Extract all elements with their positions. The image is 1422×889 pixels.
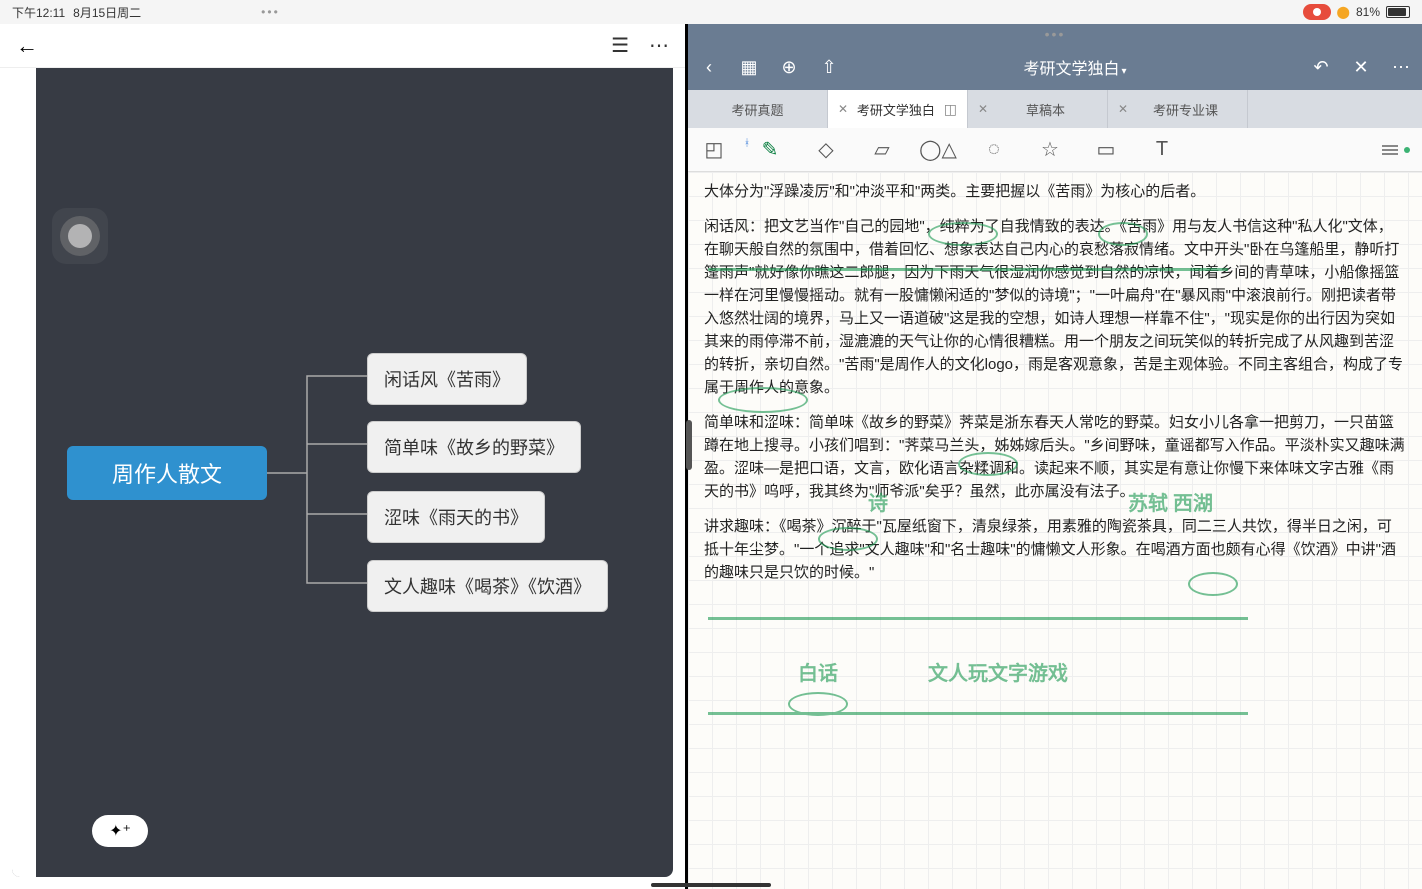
undo-icon[interactable]: ↶ (1310, 57, 1332, 78)
add-page-icon[interactable]: ⊕ (778, 57, 800, 78)
wifi-icon: ⬤ (1337, 5, 1350, 19)
mindmap-canvas[interactable]: 周作人散文 闲话风《苦雨》 简单味《故乡的野菜》 涩味《雨天的书》 文人趣味《喝… (12, 68, 673, 877)
more-icon[interactable]: ⋯ (649, 33, 669, 58)
close-icon[interactable]: ✕ (1350, 57, 1372, 78)
shape-tool-icon[interactable]: ◯△ (924, 136, 952, 164)
mindmap-child-node[interactable]: 文人趣味《喝茶》《饮酒》 (367, 560, 608, 612)
tab-bookmark-icon[interactable]: ◫ (944, 101, 957, 118)
outline-icon[interactable]: ☰ (611, 33, 629, 58)
chevron-down-icon: ▾ (1121, 66, 1126, 77)
assistive-touch[interactable] (52, 208, 108, 264)
tab-exam-questions[interactable]: 考研真题 (688, 90, 828, 128)
text-tool-icon[interactable]: T (1148, 136, 1176, 164)
pan-tool-icon[interactable]: ◰ (700, 136, 728, 164)
mindmap-root-node[interactable]: 周作人散文 (67, 446, 267, 500)
note-page[interactable]: 大体分为"浮躁凌厉"和"冲淡平和"两类。主要把握以《苦雨》为核心的后者。 闲话风… (688, 172, 1422, 889)
mindmap-header: ← ☰ ⋯ (0, 24, 685, 68)
canvas-sidebar (12, 68, 36, 877)
mindmap-child-node[interactable]: 闲话风《苦雨》 (367, 353, 527, 405)
tab-major-course[interactable]: ✕考研专业课 (1108, 90, 1248, 128)
split-view-handle[interactable] (686, 420, 692, 470)
share-icon[interactable]: ⇧ (818, 57, 840, 78)
tab-close-icon[interactable]: ✕ (1118, 102, 1128, 116)
ipad-status-bar: 下午12:11 8月15日周二 ••• ⬤ 81% (0, 0, 1422, 24)
active-color-indicator[interactable] (1404, 147, 1410, 153)
note-text-content: 大体分为"浮躁凌厉"和"冲淡平和"两类。主要把握以《苦雨》为核心的后者。 闲话风… (704, 180, 1406, 584)
style-menu-icon[interactable] (1382, 145, 1398, 155)
multitask-dots-right[interactable]: ••• (688, 24, 1422, 44)
notes-toolbar: ‹ ▦ ⊕ ⇧ 考研文学独白▾ ↶ ✕ ⋯ (688, 44, 1422, 90)
pen-tool-icon[interactable]: ᚼ✎ (756, 136, 784, 164)
nav-back-icon[interactable]: ‹ (698, 57, 720, 78)
status-date: 8月15日周二 (73, 4, 141, 21)
lasso-tool-icon[interactable]: ◌ (980, 136, 1008, 164)
mindmap-child-node[interactable]: 简单味《故乡的野菜》 (367, 421, 581, 473)
screen-recording-indicator[interactable] (1303, 4, 1331, 20)
document-title[interactable]: 考研文学独白▾ (858, 55, 1292, 79)
magic-fab-button[interactable]: ✦⁺ (92, 815, 148, 847)
tab-draft[interactable]: ✕草稿本 (968, 90, 1108, 128)
mindmap-app: ← ☰ ⋯ 周作人散文 闲话风《苦雨》 简单味《故乡的野菜》 涩味《雨天的书》 … (0, 24, 688, 889)
image-tool-icon[interactable]: ▭ (1092, 136, 1120, 164)
sticker-tool-icon[interactable]: ☆ (1036, 136, 1064, 164)
back-button[interactable]: ← (16, 33, 38, 59)
eraser-tool-icon[interactable]: ◇ (812, 136, 840, 164)
tab-close-icon[interactable]: ✕ (978, 102, 988, 116)
more-menu-icon[interactable]: ⋯ (1390, 57, 1412, 78)
multitask-dots-left[interactable]: ••• (261, 5, 280, 19)
tab-close-icon[interactable]: ✕ (838, 102, 848, 116)
drawing-tools: ◰ ᚼ✎ ◇ ▱ ◯△ ◌ ☆ ▭ T (688, 128, 1422, 172)
notes-app: ••• ‹ ▦ ⊕ ⇧ 考研文学独白▾ ↶ ✕ ⋯ 考研真题 ✕ 考研文学独白 … (688, 24, 1422, 889)
home-indicator[interactable] (651, 883, 771, 887)
grid-view-icon[interactable]: ▦ (738, 57, 760, 78)
tab-literature-monologue[interactable]: ✕ 考研文学独白 ◫ (828, 90, 968, 128)
highlighter-tool-icon[interactable]: ▱ (868, 136, 896, 164)
status-time: 下午12:11 (12, 4, 65, 21)
battery-percent: 81% (1356, 5, 1380, 19)
battery-icon (1386, 6, 1410, 18)
mindmap-child-node[interactable]: 涩味《雨天的书》 (367, 491, 545, 543)
document-tabs: 考研真题 ✕ 考研文学独白 ◫ ✕草稿本 ✕考研专业课 (688, 90, 1422, 128)
